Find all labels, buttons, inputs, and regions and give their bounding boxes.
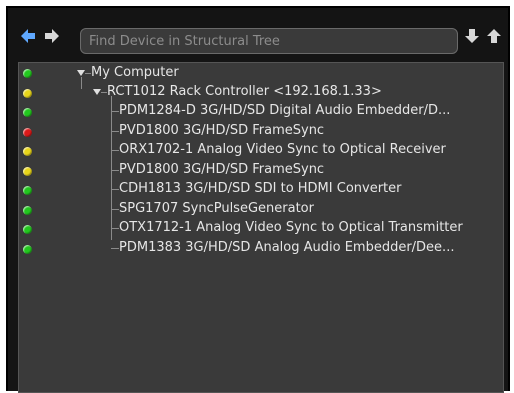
tree-item-label: RCT1012 Rack Controller <192.168.1.33>	[107, 84, 382, 99]
back-arrow-icon[interactable]	[20, 28, 36, 44]
forward-arrow-icon[interactable]	[44, 28, 60, 44]
tree-connector	[81, 77, 82, 89]
status-yellow-icon	[23, 167, 32, 176]
tree-item-label: ORX1702-1 Analog Video Sync to Optical R…	[119, 142, 446, 157]
structural-tree-panel[interactable]: My Computer RCT1012 Rack Controller <192…	[18, 62, 504, 393]
tree-connector	[111, 209, 119, 210]
tree-item-my-computer[interactable]: My Computer	[91, 65, 179, 81]
tree-item-device[interactable]: PDM1383 3G/HD/SD Analog Audio Embedder/D…	[119, 240, 454, 256]
expand-root-icon[interactable]	[77, 70, 85, 76]
tree-item-device[interactable]: CDH1813 3G/HD/SD SDI to HDMI Converter	[119, 181, 402, 197]
status-green-icon	[23, 245, 32, 254]
status-green-icon	[23, 186, 32, 195]
status-green-icon	[23, 206, 32, 215]
tree-item-rack-controller[interactable]: RCT1012 Rack Controller <192.168.1.33>	[107, 84, 382, 100]
tree-connector	[111, 150, 119, 151]
tree-connector	[111, 111, 119, 112]
tree-connector	[111, 96, 112, 240]
tree-item-label: PVD1800 3G/HD/SD FrameSync	[119, 123, 325, 138]
tree-connector	[111, 248, 119, 249]
arrow-down-icon[interactable]	[464, 28, 480, 44]
status-yellow-icon	[23, 89, 32, 98]
search-input[interactable]	[89, 29, 457, 53]
status-green-icon	[23, 225, 32, 234]
tree-connector	[111, 189, 119, 190]
tree-item-label: PVD1800 3G/HD/SD FrameSync	[119, 162, 325, 177]
search-field[interactable]	[80, 28, 458, 54]
tree-connector	[111, 228, 119, 229]
tree-item-device[interactable]: PDM1284-D 3G/HD/SD Digital Audio Embedde…	[119, 103, 450, 119]
tree-item-label: SPG1707 SyncPulseGenerator	[119, 201, 314, 216]
status-green-icon	[23, 69, 32, 78]
tree-item-label: OTX1712-1 Analog Video Sync to Optical T…	[119, 220, 463, 235]
tree-item-device[interactable]: PVD1800 3G/HD/SD FrameSync	[119, 162, 324, 178]
arrow-up-icon[interactable]	[486, 28, 502, 44]
tree-item-label: PDM1383 3G/HD/SD Analog Audio Embedder/D…	[119, 240, 455, 255]
toolbar	[8, 22, 508, 58]
tree-connector	[111, 170, 119, 171]
expand-controller-icon[interactable]	[93, 89, 101, 95]
status-red-icon	[23, 128, 32, 137]
status-yellow-icon	[23, 147, 32, 156]
tree-item-label: PDM1284-D 3G/HD/SD Digital Audio Embedde…	[119, 103, 451, 118]
device-tree-window: My Computer RCT1012 Rack Controller <192…	[6, 6, 510, 393]
tree-item-device[interactable]: OTX1712-1 Analog Video Sync to Optical T…	[119, 220, 463, 236]
tree-item-label: CDH1813 3G/HD/SD SDI to HDMI Converter	[119, 181, 402, 196]
status-green-icon	[23, 108, 32, 117]
tree-item-device[interactable]: PVD1800 3G/HD/SD FrameSync	[119, 123, 324, 139]
tree-item-device[interactable]: SPG1707 SyncPulseGenerator	[119, 201, 314, 217]
tree-item-label: My Computer	[91, 65, 179, 80]
tree-connector	[111, 131, 119, 132]
tree-item-device[interactable]: ORX1702-1 Analog Video Sync to Optical R…	[119, 142, 446, 158]
